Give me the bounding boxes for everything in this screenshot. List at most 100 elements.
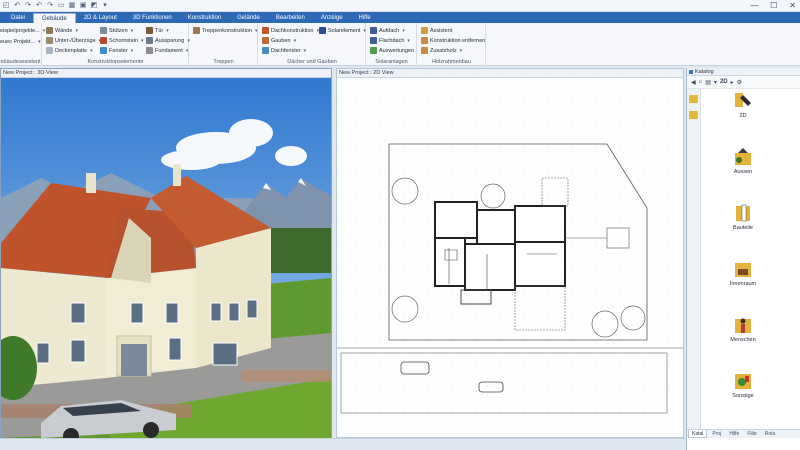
ribbon-group-roofs: Dachkonstruktion Solarelement Gauben Dac… [259, 23, 366, 66]
tab-gelaende[interactable]: Gelände [229, 13, 268, 23]
extra-timber-button[interactable]: Zusatzholz [421, 46, 462, 55]
status-bar [0, 438, 686, 450]
catalog-title: Katalog [687, 68, 800, 76]
slab-icon [46, 47, 53, 54]
view-2d-pane[interactable]: New Project : 2D View [336, 68, 684, 438]
dormers-label: Gauben [271, 37, 291, 44]
tab-rotate[interactable]: Rota [762, 430, 779, 438]
close-button[interactable]: ✕ [789, 1, 796, 10]
catalog-folder-icon[interactable]: ▤ [705, 79, 711, 86]
undo-icon[interactable]: ↶ [13, 2, 21, 10]
group-caption: Dächer und Gauben [287, 59, 337, 65]
group-caption: ebäudeassistent [0, 59, 41, 65]
catalog-folder-icon[interactable] [689, 111, 698, 119]
catalog-2d-button[interactable]: 2D [720, 79, 728, 85]
tab-hilfe-panel[interactable]: Hilfe [726, 430, 742, 438]
2d-floorplan-canvas[interactable] [337, 78, 683, 438]
chimney [86, 173, 96, 193]
3d-render-viewport[interactable] [1, 78, 331, 438]
view-2d-title: New Project : 2D View [337, 69, 683, 78]
tab-konstruktion[interactable]: Konstruktion [180, 13, 229, 23]
tab-2d-layout[interactable]: 2D & Layout [76, 13, 125, 23]
group-caption: Treppen [213, 59, 234, 65]
slab-button[interactable]: Deckenplatte [46, 46, 93, 55]
window-icon[interactable]: ▭ [57, 2, 65, 10]
recess-button[interactable]: Aussparung [146, 36, 190, 45]
view-3d-pane[interactable]: New Project : 3D-View [0, 68, 332, 438]
stair-construction-button[interactable]: Treppenkonstruktion [193, 26, 257, 35]
tab-filter[interactable]: Filte [744, 430, 759, 438]
evaluations-label: Auswertungen [379, 47, 415, 54]
foundation-icon [146, 47, 153, 54]
chimney-button[interactable]: Schornstein [100, 36, 144, 45]
flat-roof-button[interactable]: Flachdach [370, 36, 410, 45]
layer-icon[interactable]: ◩ [90, 2, 98, 10]
catalog-item-bauteile[interactable]: Bauteile [723, 203, 763, 231]
roof-icon [262, 27, 269, 34]
extra-timber-label: Zusatzholz [430, 47, 457, 54]
catalog-item-menschen[interactable]: Menschen [723, 315, 763, 343]
roof-window-button[interactable]: Dachfenster [262, 46, 306, 55]
tab-datei[interactable]: Datei [3, 13, 33, 23]
window-button[interactable]: Fenster [100, 46, 133, 55]
chimney-icon [100, 37, 107, 44]
catalog-item-2d[interactable]: 2D [723, 91, 763, 119]
grid-icon[interactable]: ▦ [68, 2, 76, 10]
columns-button[interactable]: Stützen [100, 26, 133, 35]
slab-label: Deckenplatte [55, 47, 88, 54]
tab-3d-funktionen[interactable]: 3D Funktionen [125, 13, 180, 23]
components-icon [732, 203, 754, 223]
redo-icon[interactable]: ↷ [24, 2, 32, 10]
solar-element-button[interactable]: Solarelement [319, 26, 366, 35]
catalog-folder-icon[interactable] [689, 95, 698, 103]
evaluations-button[interactable]: Auswertungen [370, 46, 414, 55]
catalog-item-aussen[interactable]: Aussen [723, 147, 763, 175]
group-caption: Solaranlagen [375, 59, 408, 65]
foundation-button[interactable]: Fundament [146, 46, 188, 55]
catalog-item-label: Innenraum [729, 281, 757, 287]
catalog-item-sonstige[interactable]: Sonstige [723, 371, 763, 399]
ribbon-group-stairs: Treppenkonstruktion Treppen [190, 23, 258, 66]
roof-construction-button[interactable]: Dachkonstruktion [262, 26, 319, 35]
on-roof-button[interactable]: Aufdach [370, 26, 405, 35]
maximize-button[interactable]: ☐ [770, 1, 777, 10]
new-project-button[interactable]: eues Projekt... [0, 37, 41, 46]
window-icon [100, 47, 107, 54]
beams-button[interactable]: Unter-/Überzüge [46, 36, 101, 45]
foundation-label: Fundament [155, 47, 183, 54]
select-icon[interactable]: ▣ [79, 2, 87, 10]
timber-assistant-button[interactable]: Assistent [421, 26, 452, 35]
door-button[interactable]: Tür [146, 26, 169, 35]
ribbon-group-solar: Aufdach Flachdach Auswertungen Solaranla… [367, 23, 417, 66]
app-menu-icon[interactable]: ◰ [2, 2, 10, 10]
door-icon [146, 27, 153, 34]
tab-gebaeude[interactable]: Gebäude [33, 13, 76, 23]
columns-label: Stützen [109, 27, 128, 34]
catalog-home-icon[interactable]: ⌂ [699, 79, 703, 85]
tab-bearbeiten[interactable]: Bearbeiten [268, 13, 313, 23]
misc-icon [732, 371, 754, 391]
tab-katalog[interactable]: Katal [688, 430, 708, 438]
catalog-arrow-icon[interactable]: ▸ [731, 79, 734, 86]
catalog-options-icon[interactable]: ⚙ [737, 79, 742, 86]
catalog-back-icon[interactable]: ◀ [691, 79, 696, 86]
tab-anzeige[interactable]: Anzeige [313, 13, 351, 23]
beams-label: Unter-/Überzüge [55, 37, 96, 44]
dormers-button[interactable]: Gauben [262, 36, 296, 45]
redo-icon[interactable]: ↷ [46, 2, 54, 10]
catalog-down-icon[interactable]: ▾ [714, 79, 717, 86]
column-icon [100, 27, 107, 34]
tab-projekt[interactable]: Proj [709, 430, 724, 438]
catalog-item-innenraum[interactable]: Innenraum [723, 259, 763, 287]
undo-icon[interactable]: ↶ [35, 2, 43, 10]
walls-button[interactable]: Wände [46, 26, 78, 35]
customize-dropdown-icon[interactable]: ▾ [101, 2, 109, 10]
sample-projects-button[interactable]: eispielprojekte... [0, 26, 45, 35]
catalog-item-label: Menschen [730, 337, 756, 343]
remove-construction-button[interactable]: Konstruktion entfernen [421, 36, 485, 45]
tab-hilfe[interactable]: Hilfe [351, 13, 379, 23]
minimize-button[interactable]: — [750, 1, 758, 10]
catalog-tabs: Katal Proj Hilfe Filte Rota [687, 429, 800, 438]
app-window: ◰ ↶ ↷ ↶ ↷ ▭ ▦ ▣ ◩ ▾ — ☐ ✕ Datei Gebäude … [0, 0, 800, 450]
group-caption: Konstruktionselemente [87, 59, 144, 65]
